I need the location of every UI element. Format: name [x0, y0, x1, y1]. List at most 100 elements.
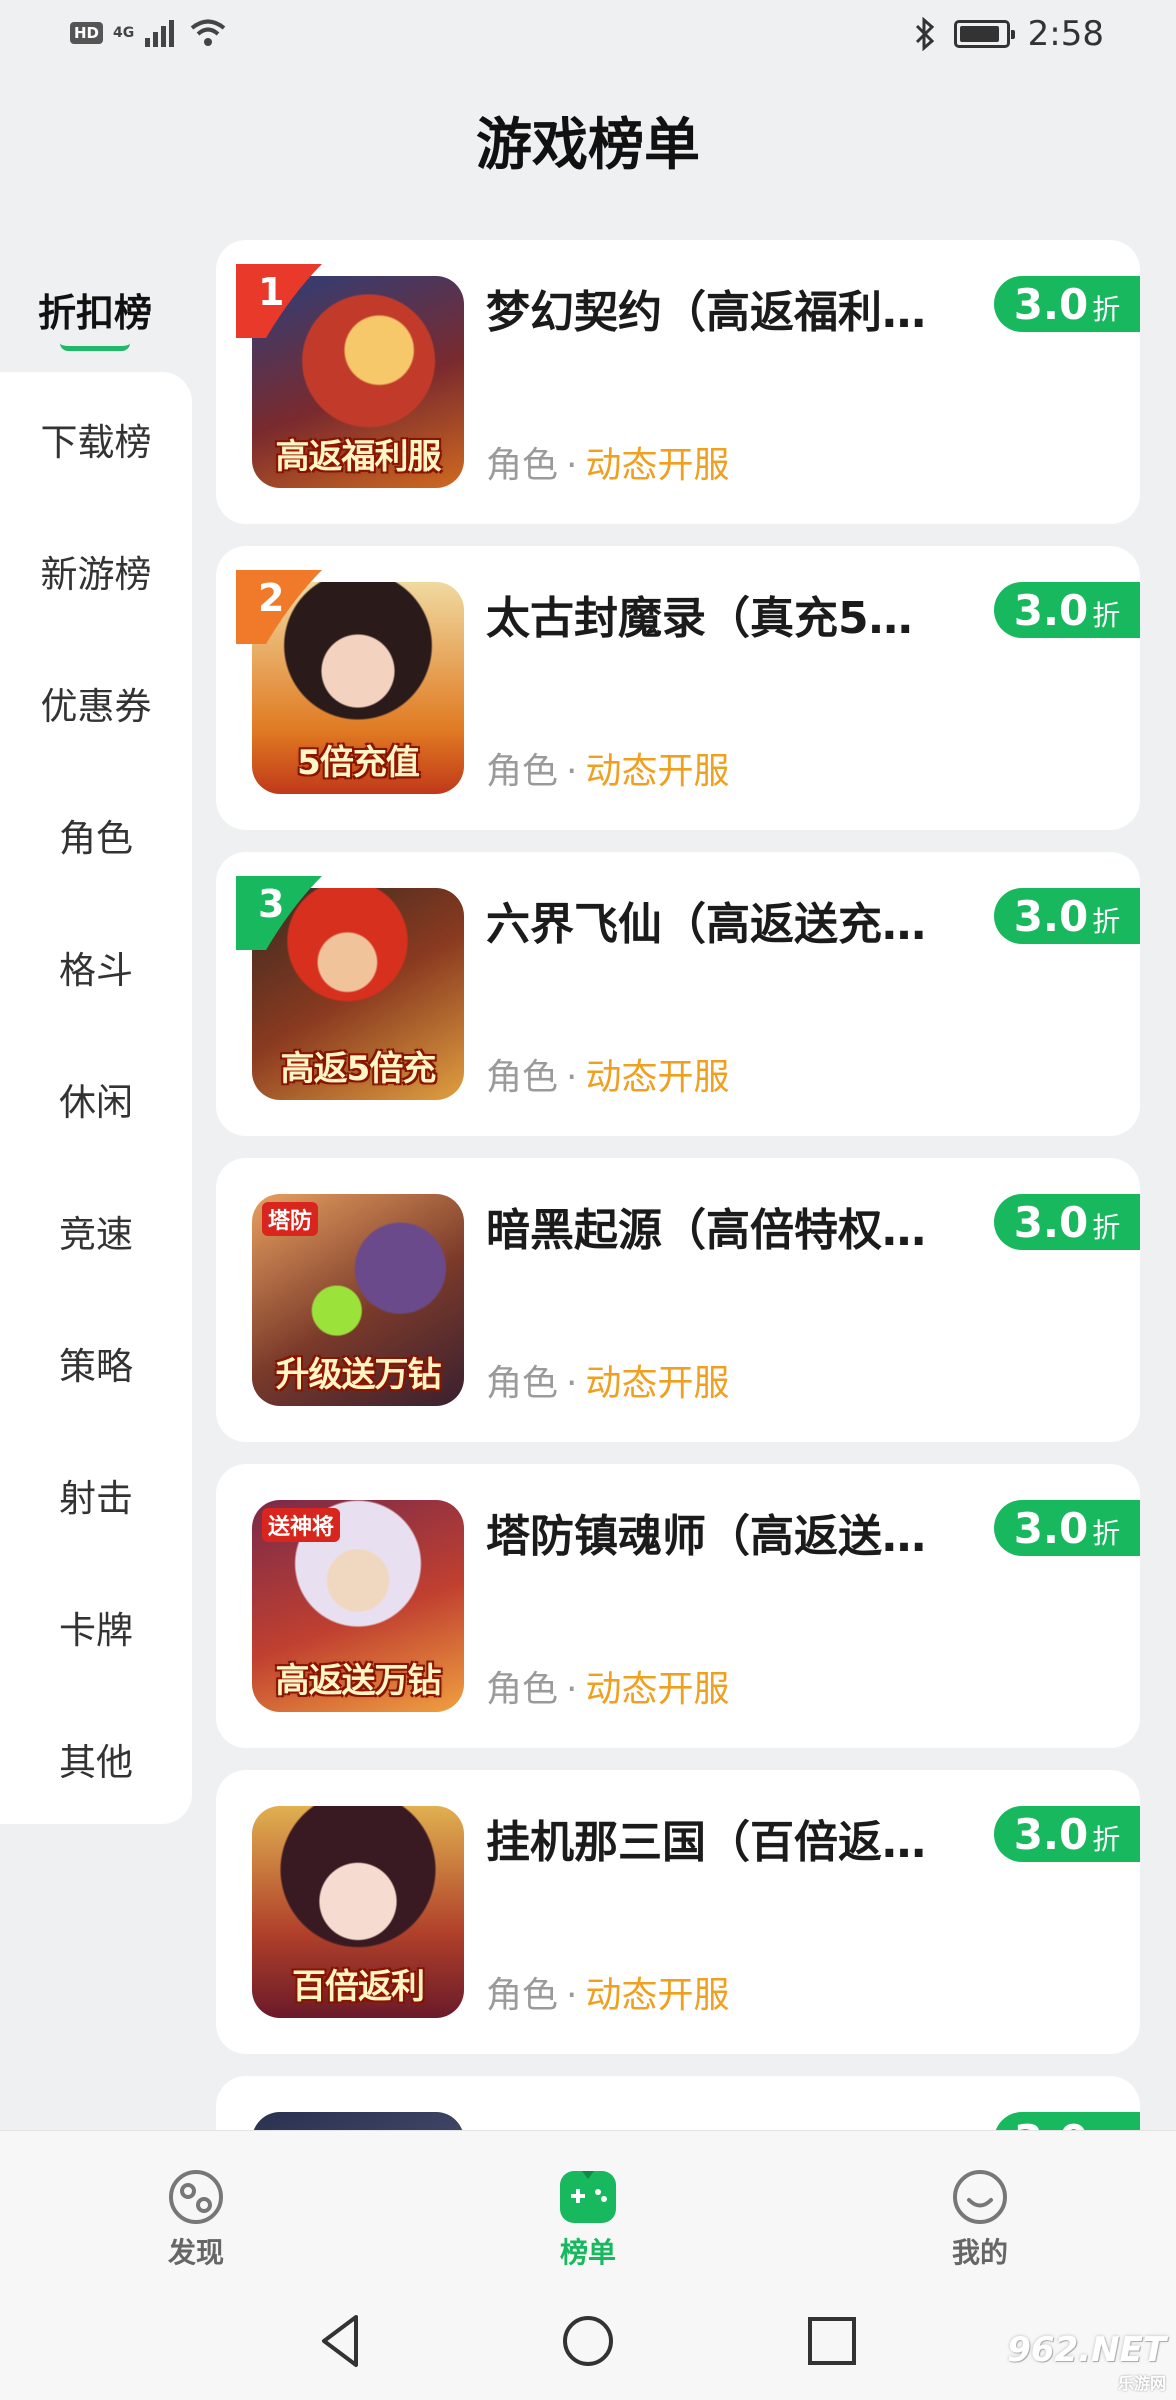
- game-card[interactable]: 高返福利服 1 梦幻契约（高返福利服） 3.0 折 角色 · 动态开服: [216, 240, 1140, 524]
- game-thumbnail[interactable]: 送神将 高返送万钻: [252, 1500, 464, 1712]
- thumb-caption: 高返5倍充: [280, 1049, 437, 1089]
- watermark-sub: 乐游网: [1117, 2374, 1166, 2393]
- discount-badge: 3.0 折: [994, 2112, 1140, 2130]
- game-meta: 角色 · 动态开服: [486, 1048, 729, 1100]
- rank-badge: 2: [236, 570, 322, 644]
- discount-badge: 3.0 折: [994, 1500, 1140, 1556]
- server-status: 动态开服: [585, 1057, 730, 1098]
- game-meta: 角色 · 动态开服: [486, 742, 729, 794]
- rank-number: 2: [258, 576, 285, 620]
- thumb-tag: 塔防: [262, 1202, 319, 1236]
- thumb-tag: 送神将: [262, 1508, 341, 1542]
- status-left: HD 4G: [70, 18, 226, 48]
- tab-mine[interactable]: 我的: [880, 2167, 1080, 2271]
- sidebar-item[interactable]: 卡牌: [0, 1600, 192, 1654]
- server-status: 动态开服: [585, 445, 730, 486]
- rank-number: 3: [258, 882, 285, 926]
- discount-value: 3.0: [1014, 2116, 1088, 2131]
- discount-unit: 折: [1092, 599, 1121, 632]
- battery-level: [959, 26, 1000, 42]
- game-category: 角色: [486, 1975, 559, 2016]
- game-card[interactable]: 高返5倍充 3 六界飞仙（高返送充值） 3.0 折 角色 · 动态开服: [216, 852, 1140, 1136]
- sidebar-item[interactable]: 下载榜: [0, 412, 192, 466]
- discount-value: 3.0: [1013, 1197, 1089, 1247]
- discount-badge: 3.0 折: [994, 888, 1140, 944]
- meta-separator: ·: [566, 751, 578, 792]
- game-title: 太古封魔录（真充5倍充值）: [486, 593, 946, 644]
- game-meta: 角色 · 动态开服: [486, 436, 729, 488]
- sidebar-item[interactable]: 新游榜: [0, 544, 192, 598]
- server-status: 动态开服: [585, 1669, 730, 1710]
- discount-unit: 折: [1092, 905, 1121, 938]
- home-icon[interactable]: [548, 2301, 628, 2381]
- meta-separator: ·: [566, 1975, 578, 2016]
- bottom-nav: 发现 榜单 我的 962.NET 乐游网: [0, 2130, 1176, 2400]
- discount-value: 3.0: [1013, 1503, 1089, 1553]
- network-type: 4G: [113, 25, 135, 41]
- game-title: 挂机那三国（百倍返利）: [486, 1817, 946, 1868]
- watermark-text: 962.NET: [1007, 2330, 1166, 2370]
- watermark: 962.NET 乐游网: [1007, 2330, 1166, 2394]
- bluetooth-icon: [915, 17, 934, 51]
- thumb-caption: 百倍返利: [292, 1967, 425, 2007]
- game-card[interactable]: 塔防 升级送万钻 暗黑起源（高倍特权版） 3.0 折 角色 · 动态开服: [216, 1158, 1140, 1442]
- discount-value: 3.0: [1013, 891, 1089, 941]
- gamepad-icon: [560, 2171, 616, 2223]
- tab-label: 榜单: [559, 2236, 616, 2269]
- discount-badge: 3.0 折: [994, 1806, 1140, 1862]
- sidebar-item[interactable]: 策略: [0, 1336, 192, 1390]
- discount-badge: 3.0 折: [994, 582, 1140, 638]
- smile-icon: [953, 2170, 1007, 2224]
- discount-badge: 3.0 折: [994, 1194, 1140, 1250]
- game-card[interactable]: 3.0 折: [216, 2076, 1140, 2130]
- game-art: [252, 2112, 464, 2130]
- discount-unit: 折: [1092, 1211, 1121, 1244]
- discount-value: 3.0: [1013, 1809, 1089, 1859]
- hd-badge: HD: [70, 22, 104, 44]
- active-indicator: [60, 343, 130, 351]
- sidebar-item[interactable]: 角色: [0, 808, 192, 862]
- tab-discover[interactable]: 发现: [96, 2167, 296, 2271]
- system-nav-bar: [0, 2301, 1176, 2400]
- sidebar-active-label: 折扣榜: [37, 291, 152, 335]
- game-category: 角色: [486, 1363, 559, 1404]
- game-title: 塔防镇魂师（高返送万钻）: [486, 1511, 946, 1562]
- discount-badge: 3.0 折: [994, 276, 1140, 332]
- game-meta: 角色 · 动态开服: [486, 1354, 729, 1406]
- battery-icon: [953, 20, 1015, 48]
- server-status: 动态开服: [585, 1975, 730, 2016]
- tab-rankings[interactable]: 榜单: [488, 2167, 688, 2271]
- server-status: 动态开服: [585, 751, 730, 792]
- back-icon[interactable]: [300, 2301, 380, 2381]
- server-status: 动态开服: [585, 1363, 730, 1404]
- game-list[interactable]: 高返福利服 1 梦幻契约（高返福利服） 3.0 折 角色 · 动态开服 5倍充值 2…: [216, 240, 1140, 2130]
- signal-icon: [145, 20, 175, 47]
- clock: 2:58: [1027, 14, 1104, 54]
- game-meta: 角色 · 动态开服: [486, 1660, 729, 1712]
- sidebar-item-active[interactable]: 折扣榜: [0, 262, 190, 372]
- tab-label: 发现: [167, 2236, 224, 2269]
- game-thumbnail[interactable]: [252, 2112, 464, 2130]
- thumb-caption: 高返送万钻: [275, 1661, 442, 1701]
- recents-icon[interactable]: [792, 2301, 872, 2381]
- game-thumbnail[interactable]: 百倍返利: [252, 1806, 464, 2018]
- sidebar-item[interactable]: 优惠券: [0, 676, 192, 730]
- sidebar-item[interactable]: 竞速: [0, 1204, 192, 1258]
- sidebar-item[interactable]: 格斗: [0, 940, 192, 994]
- sidebar-item[interactable]: 射击: [0, 1468, 192, 1522]
- game-category: 角色: [486, 1669, 559, 1710]
- game-card[interactable]: 送神将 高返送万钻 塔防镇魂师（高返送万钻） 3.0 折 角色·动态开服: [216, 1464, 1140, 1748]
- game-card[interactable]: 5倍充值 2 太古封魔录（真充5倍充值） 3.0 折 角色·动态开服: [216, 546, 1140, 830]
- discover-icon: [169, 2170, 223, 2224]
- wifi-icon: [190, 19, 226, 46]
- sidebar-item[interactable]: 休闲: [0, 1072, 192, 1126]
- status-bar: HD 4G 2:58: [0, 0, 1176, 72]
- sidebar-item[interactable]: 其他: [0, 1732, 192, 1786]
- game-category: 角色: [486, 445, 559, 486]
- rank-badge: 1: [236, 264, 322, 338]
- discount-unit: 折: [1092, 293, 1121, 326]
- game-thumbnail[interactable]: 塔防 升级送万钻: [252, 1194, 464, 1406]
- discount-value: 3.0: [1013, 279, 1089, 329]
- game-category: 角色: [486, 751, 559, 792]
- game-card[interactable]: 百倍返利 挂机那三国（百倍返利） 3.0 折 角色 · 动态开服: [216, 1770, 1140, 2054]
